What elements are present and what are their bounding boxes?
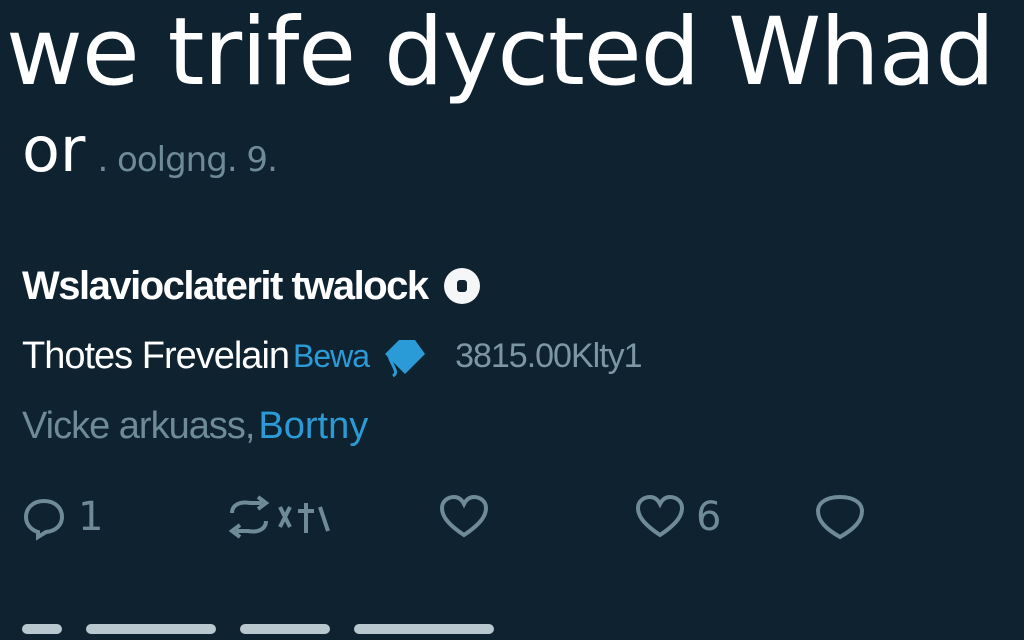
share-icon — [815, 494, 865, 540]
author-name[interactable]: Wslavioclaterit twalock — [22, 264, 429, 309]
post-headline: we trife dycted Whad c — [6, 0, 1024, 107]
repost-button[interactable] — [224, 486, 344, 548]
verified-badge-icon — [443, 268, 480, 304]
author-byline[interactable]: Wslavioclaterit twalock — [22, 258, 480, 314]
post-meta-row: Vicke arkuass, Bortny — [22, 400, 368, 452]
heart-icon — [635, 494, 685, 538]
post-subline: or . oolgng. 9. — [22, 113, 278, 186]
views-button[interactable]: 6 — [634, 486, 721, 548]
repost-icon — [228, 495, 330, 539]
next-post-peek — [22, 624, 542, 640]
detail-link[interactable]: Bewa — [293, 338, 370, 375]
post-detail-line: Thotes Frevelain Bewa 3815.00Klty1 — [22, 330, 643, 382]
diamond-icon — [379, 334, 429, 378]
subline-main: or — [22, 113, 86, 186]
meta-muted: Vicke arkuass, — [22, 404, 255, 447]
detail-meta: 3815.00Klty1 — [455, 336, 642, 375]
reply-icon — [23, 498, 65, 541]
reply-count: 1 — [78, 494, 104, 540]
like-button[interactable] — [438, 486, 500, 548]
views-count: 6 — [696, 494, 722, 540]
reply-button[interactable]: 1 — [20, 486, 103, 548]
subline-secondary: . oolgng. 9. — [97, 140, 277, 180]
detail-lead: Thotes Frevelain — [22, 334, 290, 377]
meta-accent-link[interactable]: Bortny — [258, 405, 368, 448]
action-bar: 1 6 — [0, 486, 1024, 548]
heart-icon — [439, 494, 489, 538]
share-button[interactable] — [814, 486, 876, 548]
